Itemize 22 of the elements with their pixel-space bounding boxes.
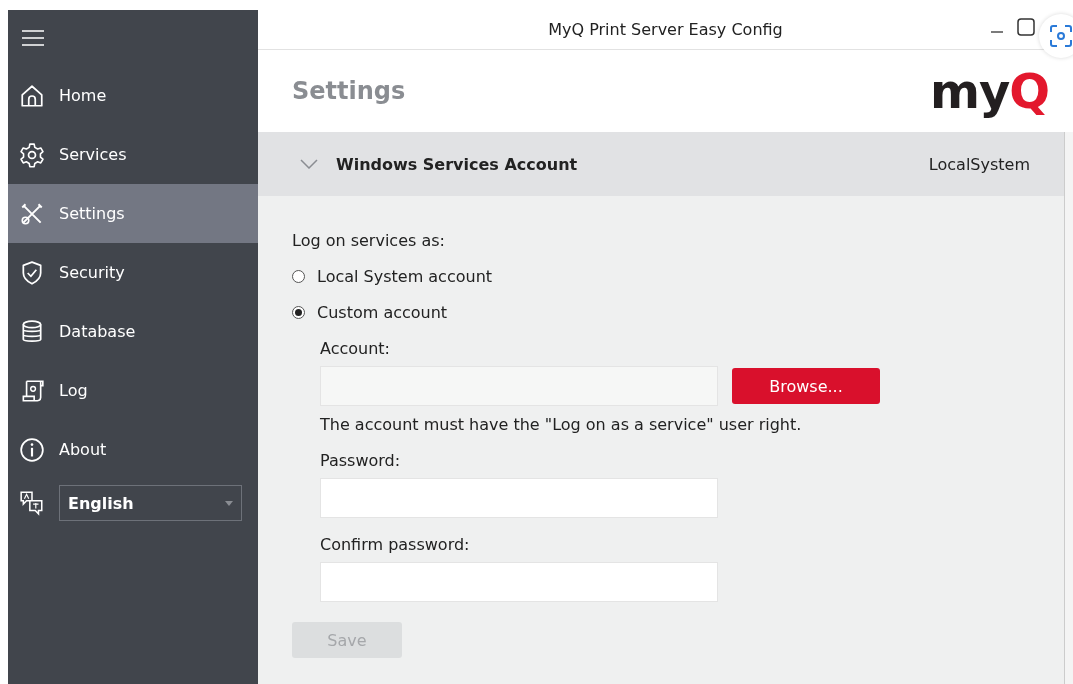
sidebar-item[interactable]: About — [8, 420, 258, 479]
sidebar-item[interactable]: Services — [8, 125, 258, 184]
section-title: Windows Services Account — [336, 154, 579, 174]
language-dropdown[interactable]: English — [59, 485, 242, 521]
field-label: Account: — [320, 338, 390, 358]
logo: myQ — [929, 62, 1049, 119]
sidebar-item[interactable]: Home — [8, 66, 258, 125]
hint-text: The account must have the "Log on as a service" user right. — [320, 414, 802, 434]
section-value: LocalSystem — [928, 154, 1030, 174]
field-label: Password: — [320, 450, 401, 470]
field-label: Confirm password: — [320, 534, 470, 554]
sidebar-item[interactable]: Database — [8, 302, 258, 361]
window-title: MyQ Print Server Easy Config — [548, 19, 783, 39]
radio-option[interactable]: Custom account — [292, 302, 448, 322]
sidebar-item[interactable]: Log — [8, 361, 258, 420]
browse-button[interactable]: Browse... — [732, 368, 880, 404]
prompt-label: Log on services as: — [292, 230, 445, 250]
sidebar-item[interactable]: Settings — [8, 184, 258, 243]
sidebar-item[interactable]: Security — [8, 243, 258, 302]
section-header[interactable]: Windows Services Account LocalSystem — [258, 132, 1064, 196]
page-title: Settings — [292, 76, 406, 105]
radio-option[interactable]: Local System account — [292, 266, 493, 286]
